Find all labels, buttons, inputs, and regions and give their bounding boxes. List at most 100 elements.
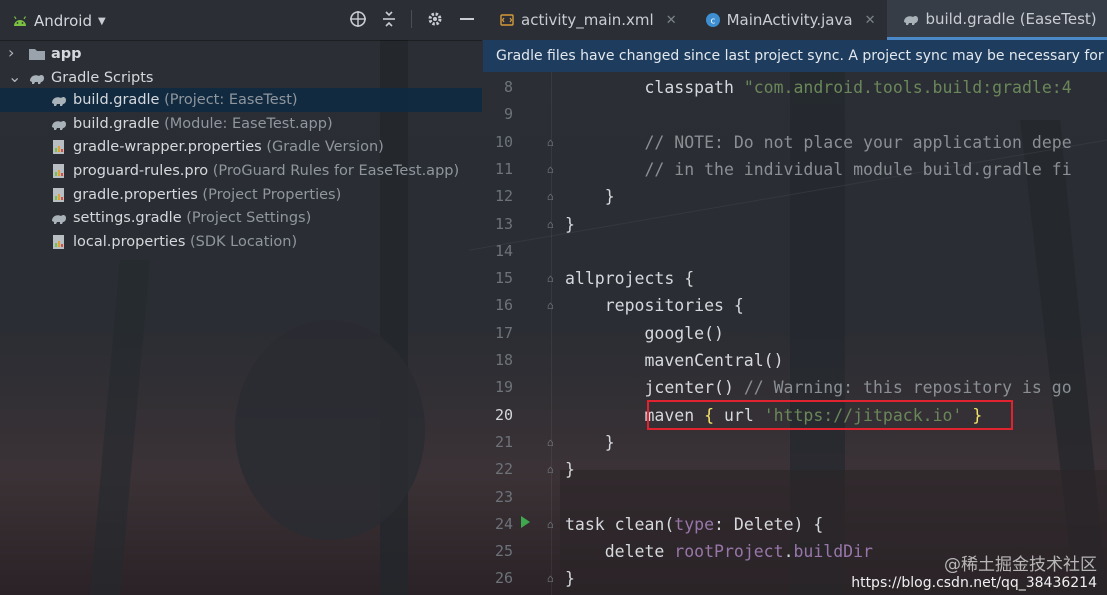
line-number: 10 [494,132,513,151]
code-line[interactable]: 16 ⌂ repositories { [483,292,1107,319]
code-line[interactable]: 17 google() [483,320,1107,347]
code-line[interactable]: 21 ⌂ } [483,429,1107,456]
properties-file-icon [53,234,64,249]
line-number: 25 [494,542,513,561]
gradle-icon [30,74,44,84]
code-line[interactable]: 10 ⌂ // NOTE: Do not place your applicati… [483,129,1107,156]
fold-marker-icon[interactable]: ⌂ [547,129,554,156]
code-text: jcenter() // Warning: this repository is… [565,374,1072,401]
project-view-selector[interactable]: Android ▼ [12,12,106,30]
code-text: repositories { [565,292,744,319]
code-token: . [783,542,794,562]
project-panel-header: Android ▼ [0,0,482,41]
line-number: 14 [494,241,513,260]
fold-marker-icon[interactable]: ⌂ [547,456,554,483]
project-panel: Android ▼ › app ⌄ Gradle Scripts build.gradl… [0,0,482,595]
editor-tab[interactable]: activity_main.xml ✕ [483,0,689,40]
editor-tabs: activity_main.xml ✕ c MainActivity.java ✕ bui… [483,0,1107,40]
xml-file-icon [500,14,514,26]
line-number: 12 [494,187,513,206]
code-line[interactable]: 19 jcenter() // Warning: this repository… [483,374,1107,401]
close-icon[interactable]: ✕ [666,13,677,28]
fold-marker-icon[interactable]: ⌂ [547,292,554,319]
fold-marker-icon[interactable]: ⌂ [547,565,554,592]
tree-item[interactable]: gradle.properties (Project Properties) [0,183,482,207]
fold-marker-icon[interactable]: ⌂ [547,265,554,292]
editor-tab-label: build.gradle (EaseTest) [925,9,1097,28]
locate-icon[interactable] [349,10,367,28]
gear-icon[interactable] [426,10,444,28]
code-line[interactable]: 11 ⌂ // in the individual module build.gr… [483,156,1107,183]
code-token: jcenter() [565,378,744,398]
fold-marker-icon[interactable]: ⌂ [547,211,554,238]
code-token: delete [565,542,675,562]
code-text: allprojects { [565,265,694,292]
code-token: } [565,460,575,480]
code-token: rootProject [674,542,784,562]
code-text: mavenCentral() [565,347,783,374]
code-line[interactable]: 14 [483,238,1107,265]
tree-item-hint: (SDK Location) [185,233,298,250]
close-icon[interactable]: ✕ [865,13,876,28]
line-number: 17 [494,323,513,342]
chevron-down-icon[interactable]: ⌄ [8,65,28,89]
gradle-icon [52,97,66,107]
code-text: } [565,565,575,592]
code-line[interactable]: 8 classpath "com.android.tools.build:gra… [483,74,1107,101]
code-line[interactable]: 23 [483,484,1107,511]
code-line[interactable]: 15 ⌂ allprojects { [483,265,1107,292]
code-token: repositories { [565,296,744,316]
java-class-icon: c [705,13,720,27]
tree-item-hint: (Module: EaseTest.app) [159,115,333,132]
gradle-sync-banner[interactable]: Gradle files have changed since last pro… [483,40,1107,72]
collapse-all-icon[interactable] [381,10,397,28]
editor-tab[interactable]: c MainActivity.java ✕ [689,0,888,40]
code-token: // in the individual module build.gradle… [565,159,1072,179]
watermark-brand: @稀土掘金技术社区 [944,555,1097,575]
tree-item[interactable]: gradle-wrapper.properties (Gradle Versio… [0,135,482,159]
tree-item-hint: (Project: EaseTest) [159,92,298,109]
code-token: classpath [565,78,744,97]
code-line[interactable]: 9 [483,101,1107,128]
minimize-icon[interactable] [458,10,476,28]
run-gutter-icon[interactable] [521,516,530,528]
tree-item[interactable]: proguard-rules.pro (ProGuard Rules for E… [0,159,482,183]
tree-item-name: settings.gradle [73,210,182,227]
tree-item[interactable]: ⌄ Gradle Scripts [0,65,482,89]
line-number: 9 [503,105,513,124]
fold-marker-icon[interactable]: ⌂ [547,183,554,210]
project-view-label: Android [34,12,92,30]
tree-item-name: gradle.properties [73,186,198,203]
tree-item[interactable]: build.gradle (Module: EaseTest.app) [0,112,482,136]
watermark-url: https://blog.csdn.net/qq_38436214 [851,575,1097,591]
tree-item[interactable]: local.properties (SDK Location) [0,230,482,254]
fold-marker-icon[interactable]: ⌂ [547,156,554,183]
code-text: google() [565,320,723,347]
code-line[interactable]: 18 mavenCentral() [483,347,1107,374]
chevron-right-icon[interactable]: › [8,41,28,65]
tree-item[interactable]: › app [0,41,482,65]
tree-item-name: gradle-wrapper.properties [73,139,262,156]
properties-file-icon [53,140,64,155]
code-text: } [565,183,615,210]
tree-item[interactable]: settings.gradle (Project Settings) [0,206,482,230]
code-token: } [565,432,615,452]
code-token: "com.android.tools.build:gradle:4 [743,78,1072,97]
code-token: : Delete) { [714,514,824,534]
line-number: 16 [494,296,513,315]
code-line[interactable]: 24 ⌂ task clean(type: Delete) { [483,511,1107,538]
fold-marker-icon[interactable]: ⌂ [547,429,554,456]
code-text: } [565,429,615,456]
line-number: 26 [494,569,513,588]
code-line[interactable]: 22 ⌂} [483,456,1107,483]
fold-marker-icon[interactable]: ⌂ [547,511,554,538]
editor-tab[interactable]: build.gradle (EaseTest)✕ [887,0,1107,40]
folder-icon [29,49,45,60]
code-line[interactable]: 12 ⌂ } [483,183,1107,210]
line-number: 23 [494,487,513,506]
code-token: // Warning: this repository is go [743,378,1072,398]
tree-item[interactable]: build.gradle (Project: EaseTest) [0,88,482,113]
tree-item-name: Gradle Scripts [51,69,154,86]
code-line[interactable]: 13 ⌂} [483,211,1107,238]
code-text: classpath "com.android.tools.build:gradl… [565,74,1072,101]
